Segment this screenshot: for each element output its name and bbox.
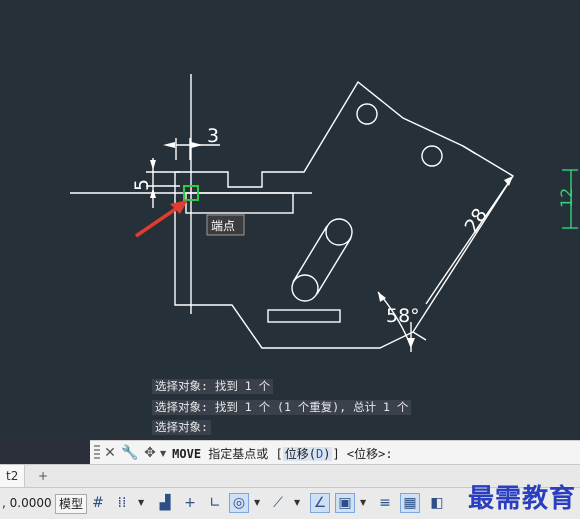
wrench-icon[interactable]: 🔧	[120, 445, 140, 461]
coordinate-readout: , 0.0000	[2, 496, 52, 510]
small-rectangle	[267, 309, 341, 323]
ortho-icon[interactable]: ∟	[205, 493, 225, 513]
option-displacement[interactable]: 位移(D)	[282, 446, 333, 461]
dynamic-input-icon[interactable]: +	[180, 493, 200, 513]
polar-tracking-icon[interactable]: ◎	[229, 493, 249, 513]
model-space-button[interactable]: 模型	[55, 494, 88, 514]
dimension-text-angle: 58°	[386, 305, 420, 327]
slot-rectangle	[185, 192, 294, 214]
infer-constraints-icon[interactable]: ▟	[155, 493, 175, 513]
add-layout-icon[interactable]: +	[36, 465, 50, 487]
object-snap-tracking-icon[interactable]: ∠	[310, 493, 330, 513]
snap-mode-icon[interactable]: ⁞⁞	[112, 493, 132, 513]
green-dimension-text: 12	[557, 188, 576, 208]
grid-icon[interactable]: #	[88, 493, 108, 513]
dimension-text-3: 3	[207, 125, 219, 147]
hole-right	[421, 145, 443, 167]
layout-tab[interactable]: t2	[0, 465, 26, 487]
command-history-line-2: 选择对象: 找到 1 个 (1 个重复), 总计 1 个	[152, 400, 412, 415]
close-icon[interactable]: ✕	[100, 445, 120, 461]
chevron-down-icon[interactable]: ▼	[294, 498, 300, 507]
command-line[interactable]: ✕ 🔧 ✥ ▼ MOVE 指定基点或 [位移(D)] <位移>:	[90, 440, 580, 465]
isodraft-icon[interactable]: ⟋	[268, 493, 288, 513]
command-prompt[interactable]: MOVE 指定基点或 [位移(D)] <位移>:	[172, 445, 393, 462]
chevron-down-icon[interactable]: ▼	[160, 449, 166, 458]
hole-top	[356, 103, 378, 125]
slot-edge-left	[292, 225, 328, 283]
watermark-logo: 最需教育	[467, 484, 576, 514]
slot-circle-bottom	[291, 274, 319, 302]
lineweight-icon[interactable]: ≡	[375, 493, 395, 513]
dimension-text-5: 5	[131, 179, 153, 191]
command-history-line-3: 选择对象:	[152, 420, 211, 435]
command-history-line-1: 选择对象: 找到 1 个	[152, 379, 274, 394]
dimension-text-28: 28	[460, 204, 491, 236]
transparency-icon[interactable]: ▦	[400, 493, 420, 513]
drawing-canvas[interactable]: 3 5 28 58° 12 端点 选择对象: 找到 1 个 选择对象: 找到 1…	[0, 0, 580, 438]
slot-edge-right	[316, 237, 352, 295]
cad-drawing: 3 5 28 58° 12 端点	[70, 74, 578, 352]
move-icon[interactable]: ✥	[140, 445, 160, 461]
object-snap-icon[interactable]: ▣	[335, 493, 355, 513]
snap-tooltip-text: 端点	[211, 219, 235, 233]
selection-cycling-icon[interactable]: ◧	[427, 493, 447, 513]
red-pointer-arrow	[135, 204, 181, 238]
chevron-down-icon[interactable]: ▼	[360, 498, 366, 507]
slot-circle-top	[325, 218, 353, 246]
chevron-down-icon[interactable]: ▼	[254, 498, 260, 507]
chevron-down-icon[interactable]: ▼	[138, 498, 144, 507]
